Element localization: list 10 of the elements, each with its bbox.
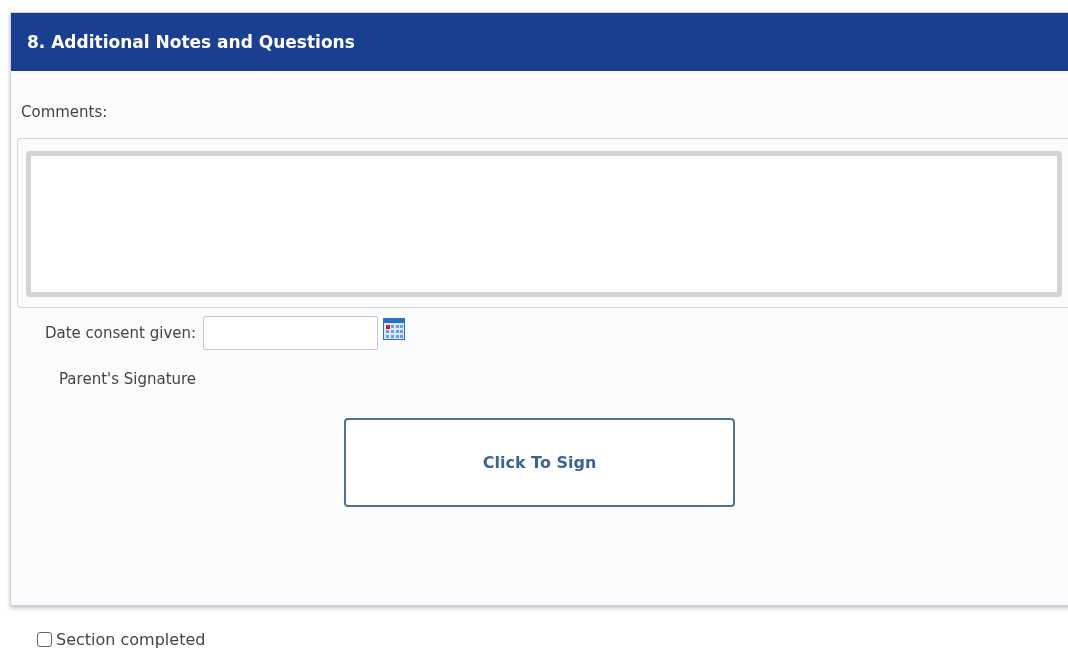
section-completed-label: Section completed [56,630,206,649]
calendar-icon[interactable] [383,318,406,340]
date-consent-label: Date consent given: [45,324,197,342]
sign-button[interactable]: Click To Sign [344,418,735,507]
comments-label: Comments: [21,103,109,121]
signature-label: Parent's Signature [59,370,198,388]
date-field[interactable] [203,316,379,350]
section-completed-checkbox[interactable] [37,632,52,647]
comments-field[interactable] [26,151,1062,297]
section-header: 8. Additional Notes and Questions [11,13,1068,71]
